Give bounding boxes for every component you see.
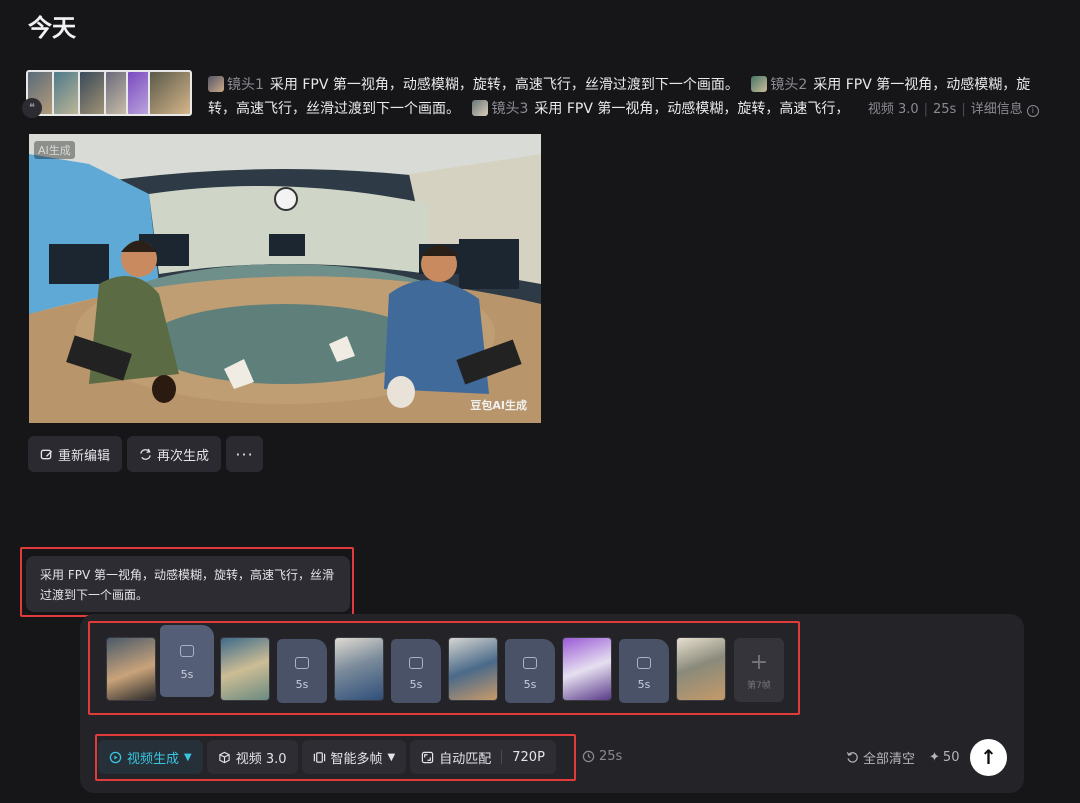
- text-frame-icon: [295, 657, 309, 669]
- plus-icon: +: [749, 650, 769, 675]
- mode-label: 视频生成: [127, 751, 180, 767]
- regenerate-label: 再次生成: [157, 448, 210, 464]
- multi-frame-icon: [313, 751, 325, 763]
- frame-gap-1[interactable]: 5s: [160, 625, 214, 697]
- chevron-down-icon: ▼: [184, 751, 192, 763]
- office-illustration: [29, 134, 541, 423]
- frame-strip: 5s 5s 5s 5s 5s + 第7帧: [106, 625, 786, 705]
- reset-icon: [846, 752, 858, 763]
- reference-image-stack[interactable]: ❝: [22, 68, 194, 120]
- gap-duration-3: 5s: [409, 678, 423, 691]
- gap-duration-5: 5s: [637, 678, 651, 691]
- edit-icon: [40, 449, 53, 459]
- sparkle-icon: ✦: [929, 750, 940, 765]
- divider: [501, 750, 503, 764]
- credits-indicator: ✦ 50: [929, 750, 959, 765]
- text-frame-icon: [637, 657, 651, 669]
- reedit-button[interactable]: 重新编辑: [28, 436, 123, 472]
- duration-label: 25s: [599, 749, 623, 764]
- frame-gap-2[interactable]: 5s: [277, 639, 327, 703]
- credits-label: 50: [942, 750, 960, 765]
- frame-thumb-4[interactable]: [448, 637, 498, 701]
- frame-prompt-tooltip: 采用 FPV 第一视角，动感模糊，旋转，高速飞行，丝滑过渡到下一个画面。: [26, 556, 350, 612]
- section-title: 今天: [28, 14, 76, 42]
- result-actions: 重新编辑 再次生成 ···: [28, 436, 264, 472]
- frame-gap-4[interactable]: 5s: [505, 639, 555, 703]
- text-frame-icon: [523, 657, 537, 669]
- frame-thumb-1[interactable]: [106, 637, 156, 701]
- shot-2-icon: [751, 76, 768, 92]
- model-select[interactable]: 视频 3.0: [206, 740, 298, 774]
- clock-icon: [582, 750, 595, 763]
- shot-3-icon: [472, 100, 489, 116]
- reedit-label: 重新编辑: [58, 448, 111, 464]
- text-frame-icon: [180, 645, 194, 657]
- prompt-text: 镜头1 采用 FPV 第一视角，动感模糊，旋转，高速飞行，丝滑过渡到下一个画面。 …: [208, 73, 1058, 122]
- regenerate-button[interactable]: 再次生成: [127, 436, 222, 472]
- ratio-resolution-select[interactable]: 自动匹配 720P: [410, 740, 556, 774]
- video-preview[interactable]: AI生成 豆包AI生成: [29, 134, 541, 423]
- frame-thumb-5[interactable]: [562, 637, 612, 701]
- more-button[interactable]: ···: [226, 436, 264, 472]
- add-frame-label: 第7帧: [747, 681, 771, 691]
- shot-2-label: 镜头2: [770, 77, 808, 93]
- clear-all-button[interactable]: 全部清空: [846, 748, 915, 767]
- frame-mode-label: 智能多帧: [330, 751, 383, 767]
- watermark: 豆包AI生成: [470, 399, 527, 412]
- cube-icon: [219, 751, 230, 763]
- mode-select[interactable]: 视频生成 ▼: [98, 740, 203, 774]
- quote-icon: ❝: [22, 98, 42, 118]
- video-gen-icon: [109, 751, 122, 763]
- frame-mode-select[interactable]: 智能多帧 ▼: [301, 740, 407, 774]
- stack-thumb-6: [148, 70, 192, 116]
- ratio-label: 自动匹配: [439, 751, 492, 767]
- shot-3-text: 采用 FPV 第一视角，动感模糊，旋转，高速飞行，: [534, 101, 850, 117]
- frame-thumb-3[interactable]: [334, 637, 384, 701]
- duration-indicator: 25s: [582, 749, 622, 764]
- frame-thumb-6[interactable]: [676, 637, 726, 701]
- meta-duration: 25s: [933, 102, 957, 117]
- add-frame-button[interactable]: + 第7帧: [734, 638, 784, 702]
- shot-3-label: 镜头3: [491, 101, 529, 117]
- shot-1-text: 采用 FPV 第一视角，动感模糊，旋转，高速飞行，丝滑过渡到下一个画面。: [269, 77, 739, 93]
- clear-all-label: 全部清空: [863, 752, 916, 767]
- composer-toolbar: 视频生成 ▼ 视频 3.0 智能多帧 ▼ 自动匹配 720P: [98, 740, 556, 774]
- frame-thumb-2[interactable]: [220, 637, 270, 701]
- chevron-down-icon: ▼: [387, 751, 396, 763]
- gap-duration-2: 5s: [295, 678, 309, 691]
- meta-model: 视频 3.0: [867, 102, 919, 117]
- info-icon[interactable]: i: [1026, 105, 1039, 117]
- arrow-up-icon: ↑: [980, 745, 997, 769]
- composer-right-tools: 全部清空 ✦ 50: [846, 748, 959, 767]
- send-button[interactable]: ↑: [970, 739, 1007, 776]
- shot-1-label: 镜头1: [227, 77, 264, 93]
- shot-1-icon: [208, 76, 224, 92]
- resolution-label: 720P: [512, 749, 545, 765]
- aspect-ratio-icon: [422, 751, 434, 763]
- text-frame-icon: [409, 657, 423, 669]
- refresh-icon: [140, 448, 151, 460]
- gap-duration-1: 5s: [180, 668, 194, 681]
- frame-gap-5[interactable]: 5s: [619, 639, 669, 703]
- model-label: 视频 3.0: [235, 751, 287, 767]
- frame-gap-3[interactable]: 5s: [391, 639, 441, 703]
- ai-generated-badge: AI生成: [34, 141, 75, 159]
- prompt-meta: 视频 3.0 | 25s | 详细信息 i: [868, 102, 1039, 117]
- details-link[interactable]: 详细信息: [971, 102, 1023, 117]
- gap-duration-4: 5s: [523, 678, 537, 691]
